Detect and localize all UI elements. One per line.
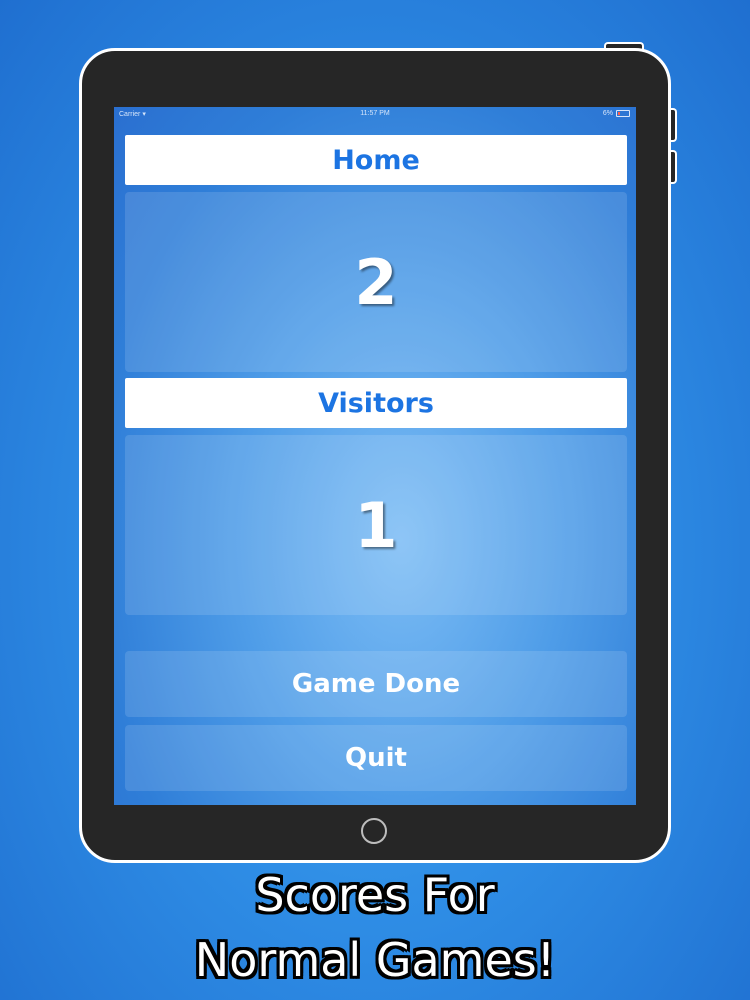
visitors-score-panel[interactable]: 1 bbox=[125, 435, 627, 615]
caption-line-1: Scores For bbox=[255, 868, 495, 922]
battery-status: 6% bbox=[603, 110, 630, 117]
battery-percent: 6% bbox=[602, 110, 613, 117]
battery-icon bbox=[616, 110, 630, 117]
app-screen: Carrier ▾ 11:57 PM 6% Home 2 Visitors 1 … bbox=[114, 107, 636, 805]
game-done-button[interactable]: Game Done bbox=[125, 651, 627, 717]
visitors-team-label: Visitors bbox=[125, 378, 627, 428]
home-score-panel[interactable]: 2 bbox=[125, 192, 627, 372]
device-home-button bbox=[361, 818, 387, 844]
home-team-label: Home bbox=[125, 135, 627, 185]
caption-line-2: Normal Games! bbox=[194, 933, 556, 987]
status-bar: Carrier ▾ 11:57 PM 6% bbox=[114, 107, 636, 123]
status-time: 11:57 PM bbox=[360, 110, 390, 117]
quit-button[interactable]: Quit bbox=[125, 725, 627, 791]
